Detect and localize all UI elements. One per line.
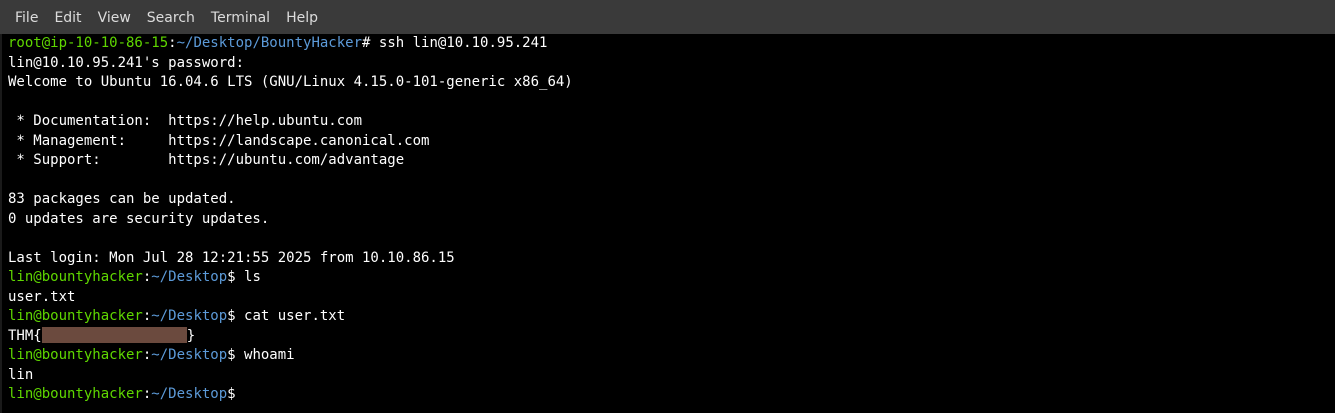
menu-bar: File Edit View Search Terminal Help	[0, 0, 1335, 34]
prompt-line: lin@bountyhacker:~/Desktop$ ls	[8, 268, 1335, 288]
output-line: lin@10.10.95.241's password:	[8, 54, 245, 71]
prompt-path: ~/Desktop	[151, 386, 228, 402]
menu-search[interactable]: Search	[139, 8, 203, 34]
prompt-symbol: #	[362, 35, 379, 51]
prompt-symbol: $	[227, 269, 245, 285]
prompt-path: ~/Desktop/BountyHacker	[176, 35, 363, 51]
menu-terminal[interactable]: Terminal	[203, 8, 278, 34]
command-text: cat user.txt	[244, 308, 346, 324]
output-line: * Documentation: https://help.ubuntu.com	[8, 113, 363, 129]
prompt-user: lin@bountyhacker	[8, 308, 143, 324]
prompt-separator: :	[168, 35, 177, 51]
terminal-window: File Edit View Search Terminal Help root…	[0, 0, 1335, 413]
prompt-symbol: $	[227, 308, 245, 324]
prompt-user: lin@bountyhacker	[8, 386, 143, 402]
menu-edit[interactable]: Edit	[46, 8, 89, 34]
flag-suffix: }	[186, 327, 196, 344]
menu-file[interactable]: File	[7, 8, 46, 34]
prompt-path: ~/Desktop	[151, 308, 228, 324]
redaction-block	[41, 326, 187, 343]
prompt-line: lin@bountyhacker:~/Desktop$ whoami	[8, 346, 1335, 366]
prompt-user: lin@bountyhacker	[8, 347, 143, 363]
prompt-line: lin@bountyhacker:~/Desktop$ cat user.txt	[8, 307, 1335, 327]
command-text: ls	[244, 269, 261, 285]
output-line: * Management: https://landscape.canonica…	[8, 132, 430, 149]
output-line: lin	[8, 366, 34, 383]
prompt-line: lin@bountyhacker:~/Desktop$	[8, 385, 1335, 405]
prompt-path: ~/Desktop	[151, 269, 228, 285]
menu-view[interactable]: View	[90, 8, 139, 34]
command-text: whoami	[244, 347, 295, 363]
flag-line: THM{}	[8, 326, 1335, 347]
prompt-symbol: $	[227, 347, 245, 363]
prompt-line: root@ip-10-10-86-15:~/Desktop/BountyHack…	[8, 34, 1335, 54]
prompt-path: ~/Desktop	[151, 347, 228, 363]
command-text: ssh lin@10.10.95.241	[378, 35, 548, 51]
prompt-symbol: $	[227, 386, 245, 402]
output-line: Welcome to Ubuntu 16.04.6 LTS (GNU/Linux…	[8, 74, 573, 90]
flag-prefix: THM{	[8, 327, 42, 344]
prompt-user: lin@bountyhacker	[8, 269, 143, 285]
menu-help[interactable]: Help	[278, 8, 326, 34]
output-line: * Support: https://ubuntu.com/advantage	[8, 152, 405, 168]
output-line: Last login: Mon Jul 28 12:21:55 2025 fro…	[8, 249, 455, 266]
prompt-user: root@ip-10-10-86-15	[8, 35, 169, 51]
terminal-output[interactable]: root@ip-10-10-86-15:~/Desktop/BountyHack…	[0, 34, 1335, 413]
output-line: user.txt	[8, 288, 76, 305]
output-line: 83 packages can be updated.	[8, 191, 236, 207]
output-line: 0 updates are security updates.	[8, 210, 270, 227]
